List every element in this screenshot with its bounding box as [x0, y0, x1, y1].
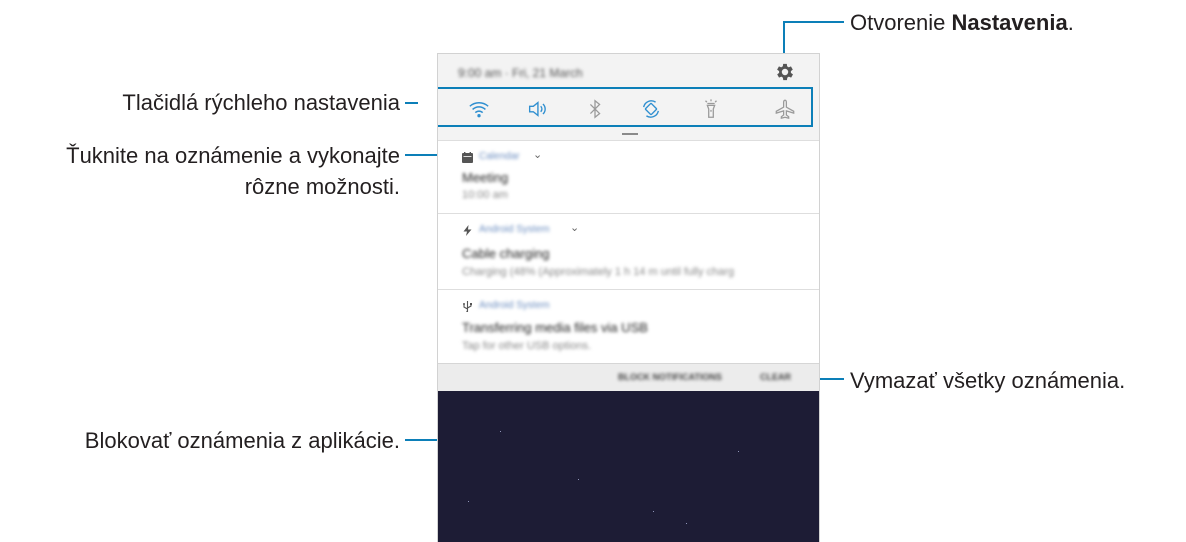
- notification-subtitle: 10:00 am: [462, 189, 508, 201]
- notification-title: Cable charging: [462, 246, 550, 261]
- chevron-down-icon[interactable]: ⌄: [533, 148, 542, 161]
- wallpaper-star: [653, 511, 654, 512]
- usb-icon: [463, 301, 472, 312]
- wallpaper-star: [468, 501, 469, 502]
- notification-subtitle: Tap for other USB options.: [462, 340, 592, 352]
- wallpaper-star: [578, 479, 579, 480]
- quick-settings-leader-line: [405, 102, 418, 104]
- notification-card[interactable]: Android System Transferring media files …: [438, 289, 819, 363]
- wallpaper-star: [738, 451, 739, 452]
- block-notifications-callout: Blokovať oznámenia z aplikácie.: [84, 428, 400, 453]
- settings-callout-suffix: .: [1067, 10, 1074, 35]
- clear-button[interactable]: CLEAR: [760, 372, 791, 382]
- notification-title: Meeting: [462, 170, 509, 185]
- tap-notification-callout-line1: Ťuknite na oznámenie a vykonajte: [66, 143, 400, 168]
- notification-app-name: Calendar: [479, 151, 520, 162]
- panel-drag-handle[interactable]: [622, 133, 638, 135]
- calendar-icon: [462, 152, 473, 163]
- wallpaper-star: [686, 523, 687, 524]
- chevron-down-icon[interactable]: ⌄: [570, 221, 579, 234]
- notification-subtitle: Charging (48% (Approximately 1 h 14 m un…: [462, 266, 735, 278]
- settings-gear-icon[interactable]: [774, 61, 796, 83]
- notification-card[interactable]: Android System ⌄ Cable charging Charging…: [438, 213, 819, 289]
- notification-card[interactable]: Calendar ⌄ Meeting 10:00 am: [438, 140, 819, 213]
- settings-callout-bold: Nastavenia: [951, 10, 1068, 35]
- quick-settings-highlight: [438, 87, 813, 127]
- tap-notification-callout-line2: rôzne možnosti.: [244, 174, 400, 199]
- status-bar-text: 9:00 am · Fri, 21 March: [458, 66, 583, 80]
- notification-app-name: Android System: [479, 300, 550, 311]
- notification-panel: 9:00 am · Fri, 21 March Calendar ⌄ Meeti…: [437, 53, 820, 542]
- wallpaper-background: [438, 391, 819, 542]
- settings-callout: Otvorenie Nastavenia.: [850, 8, 1074, 38]
- notification-app-name: Android System: [479, 224, 550, 235]
- clear-all-callout: Vymazať všetky oznámenia.: [850, 368, 1126, 393]
- settings-callout-prefix: Otvorenie: [850, 10, 952, 35]
- notification-title: Transferring media files via USB: [462, 320, 648, 335]
- notification-action-bar: BLOCK NOTIFICATIONS CLEAR: [438, 363, 819, 391]
- charging-bolt-icon: [463, 225, 472, 236]
- wallpaper-star: [500, 431, 501, 432]
- settings-leader-line-h: [784, 21, 844, 23]
- quick-settings-callout: Tlačidlá rýchleho nastavenia: [122, 90, 400, 115]
- block-notifications-button[interactable]: BLOCK NOTIFICATIONS: [618, 372, 722, 382]
